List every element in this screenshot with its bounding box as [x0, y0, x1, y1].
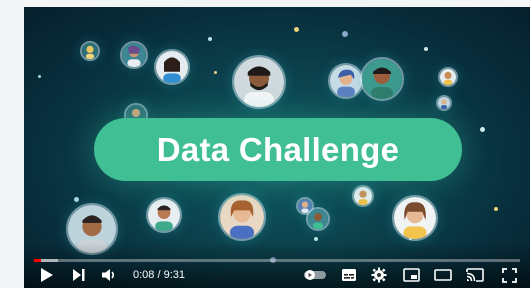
time-separator: /: [157, 269, 161, 281]
time-display: 0:08 / 9:31: [133, 269, 185, 281]
avatar-person-5: [328, 63, 364, 99]
sparkle-dot: [74, 197, 79, 202]
sparkle-dot: [294, 27, 299, 32]
miniplayer-button[interactable]: [400, 265, 422, 285]
theater-mode-button[interactable]: [432, 265, 454, 285]
sparkle-dot: [208, 37, 212, 41]
subtitles-button[interactable]: [338, 265, 360, 285]
next-icon: [73, 269, 85, 281]
autoplay-toggle[interactable]: [302, 265, 328, 285]
avatar-person-15: [352, 185, 374, 207]
avatar-person-12: [218, 193, 266, 241]
play-button[interactable]: [36, 265, 58, 285]
miniplayer-icon: [402, 268, 420, 282]
volume-icon: [102, 269, 115, 281]
autoplay-toggle-icon: [304, 270, 326, 280]
avatar-person-11: [146, 197, 182, 233]
play-icon: [41, 268, 53, 282]
next-button[interactable]: [68, 265, 90, 285]
avatar-person-4: [232, 55, 286, 109]
progress-played: [34, 259, 41, 262]
avatar-person-8: [436, 95, 452, 111]
avatar-person-7: [438, 67, 458, 87]
avatar-person-6: [360, 57, 404, 101]
progress-bar[interactable]: [34, 259, 520, 262]
avatar-person-2: [120, 41, 148, 69]
title-card-text: Data Challenge: [156, 130, 400, 168]
title-card: Data Challenge: [94, 118, 462, 181]
cast-button[interactable]: [464, 265, 486, 285]
sparkle-dot: [424, 47, 428, 51]
current-time: 0:08: [133, 269, 155, 281]
volume-button[interactable]: [98, 265, 120, 285]
avatar-person-1: [80, 41, 100, 61]
sparkle-dot: [314, 237, 318, 241]
sparkle-dot: [480, 127, 485, 132]
fullscreen-button[interactable]: [498, 265, 520, 285]
duration: 9:31: [163, 269, 186, 281]
avatar-person-14: [306, 207, 330, 231]
settings-button[interactable]: [368, 265, 390, 285]
sparkle-dot: [342, 31, 348, 37]
cast-icon: [466, 268, 484, 282]
sparkle-dot: [494, 207, 498, 211]
sparkle-dot: [38, 75, 41, 78]
theater-mode-icon: [434, 269, 452, 281]
avatar-person-16: [392, 195, 438, 241]
subtitles-icon: [342, 269, 356, 281]
fullscreen-icon: [501, 267, 517, 283]
gear-icon: [371, 267, 387, 283]
avatar-person-3: [154, 49, 190, 85]
sparkle-dot: [214, 71, 217, 74]
video-player[interactable]: Data Challenge 0:08 / 9:31: [24, 7, 530, 288]
